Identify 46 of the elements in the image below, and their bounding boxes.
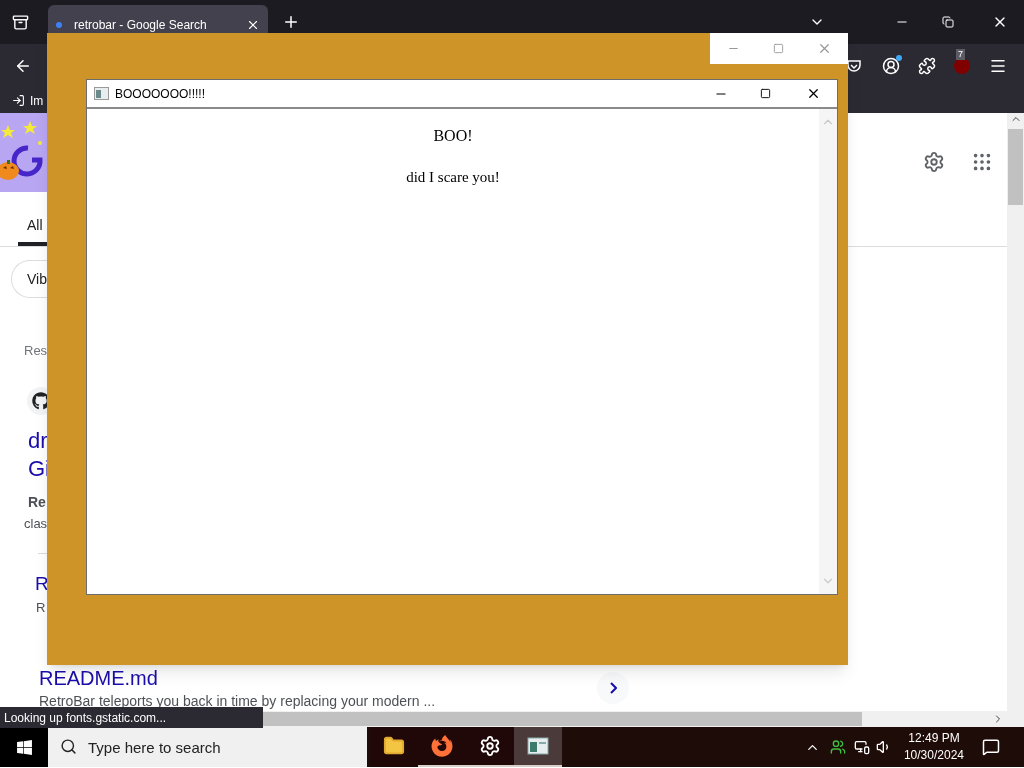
taskbar-app-button[interactable] <box>514 727 562 767</box>
puzzle-icon[interactable] <box>918 57 936 75</box>
message-text: did I scare you! <box>406 168 500 187</box>
sublink-snippet: R <box>36 598 47 617</box>
settings-icon[interactable] <box>923 150 945 173</box>
search-field[interactable]: Type here to search <box>48 727 367 767</box>
sublink-title[interactable]: R <box>35 571 47 596</box>
tab-title: retrobar - Google Search <box>74 16 208 34</box>
vertical-scrollbar[interactable] <box>1007 113 1024 711</box>
windows-icon <box>15 738 33 756</box>
import-icon <box>12 94 25 107</box>
extension-badge: 7 <box>956 49 965 60</box>
bookmark-item[interactable]: Im <box>12 91 44 110</box>
settings-icon <box>479 735 501 757</box>
fox-icon <box>431 735 453 757</box>
back-icon[interactable] <box>14 57 32 75</box>
scrollbar-thumb[interactable] <box>263 712 862 726</box>
menu-icon[interactable] <box>989 57 1007 75</box>
window-icon <box>94 87 109 100</box>
result-snippet: clas <box>24 514 47 533</box>
favicon-icon <box>56 21 62 28</box>
result-snippet: Re <box>28 492 47 512</box>
notifications-icon[interactable] <box>982 738 1000 756</box>
scrollbar-thumb[interactable] <box>1008 129 1023 205</box>
folder-icon <box>383 735 405 757</box>
heading-text: BOO! <box>433 126 473 146</box>
sublink-title[interactable]: README.md <box>39 665 436 691</box>
people-icon[interactable] <box>829 739 846 755</box>
network-icon[interactable] <box>853 739 870 755</box>
maximize-icon[interactable] <box>760 88 771 99</box>
close-icon[interactable] <box>806 86 821 101</box>
horizontal-scrollbar[interactable] <box>263 711 1024 727</box>
results-header: Res <box>24 342 47 360</box>
start-button[interactable] <box>0 727 48 767</box>
status-tooltip: Looking up fonts.gstatic.com... <box>0 707 263 728</box>
account-icon[interactable] <box>882 57 900 75</box>
new-tab-icon[interactable] <box>282 13 300 31</box>
dialog-title: BOOOOOOO!!!!! <box>115 85 205 103</box>
next-button[interactable] <box>597 672 630 704</box>
clock[interactable]: 12:49 PM 10/30/2024 <box>899 730 968 764</box>
drawer-icon <box>11 13 29 31</box>
restore-icon[interactable] <box>942 16 954 28</box>
shield-icon[interactable] <box>846 58 862 74</box>
window-icon <box>527 736 549 756</box>
search-icon <box>60 738 77 755</box>
chevron-right-icon <box>609 682 617 694</box>
